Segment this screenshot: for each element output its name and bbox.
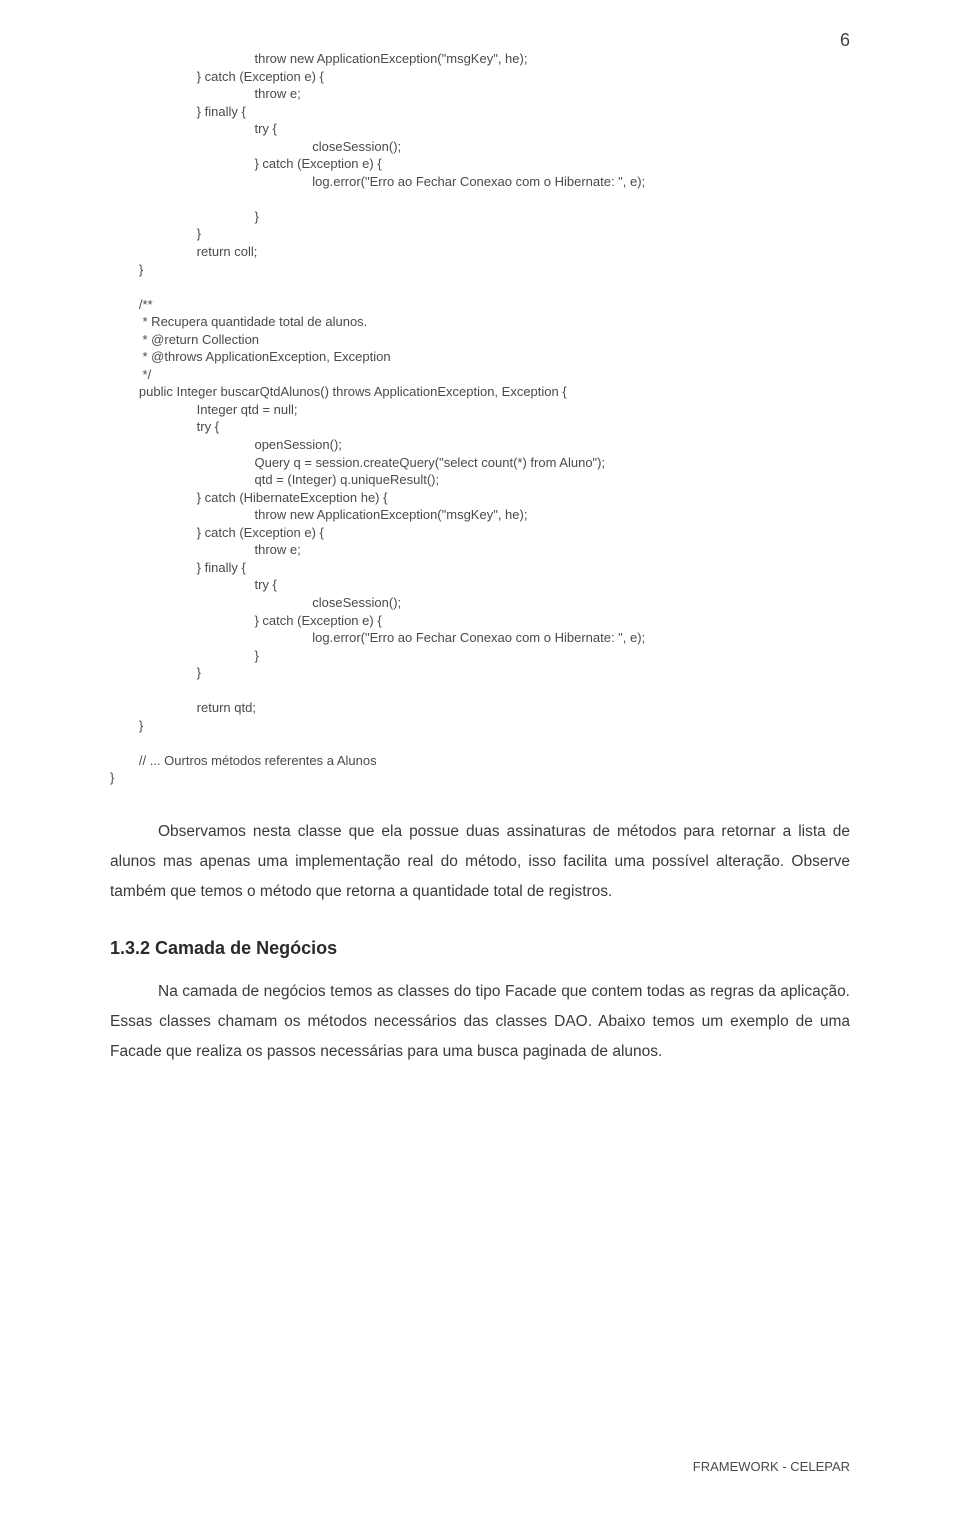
section-heading: 1.3.2 Camada de Negócios [110,938,850,959]
paragraph-business-layer: Na camada de negócios temos as classes d… [110,977,850,1068]
footer: FRAMEWORK - CELEPAR [693,1459,850,1474]
paragraph-observation: Observamos nesta classe que ela possue d… [110,817,850,908]
page-number: 6 [840,30,850,51]
code-block: throw new ApplicationException("msgKey",… [110,50,850,787]
